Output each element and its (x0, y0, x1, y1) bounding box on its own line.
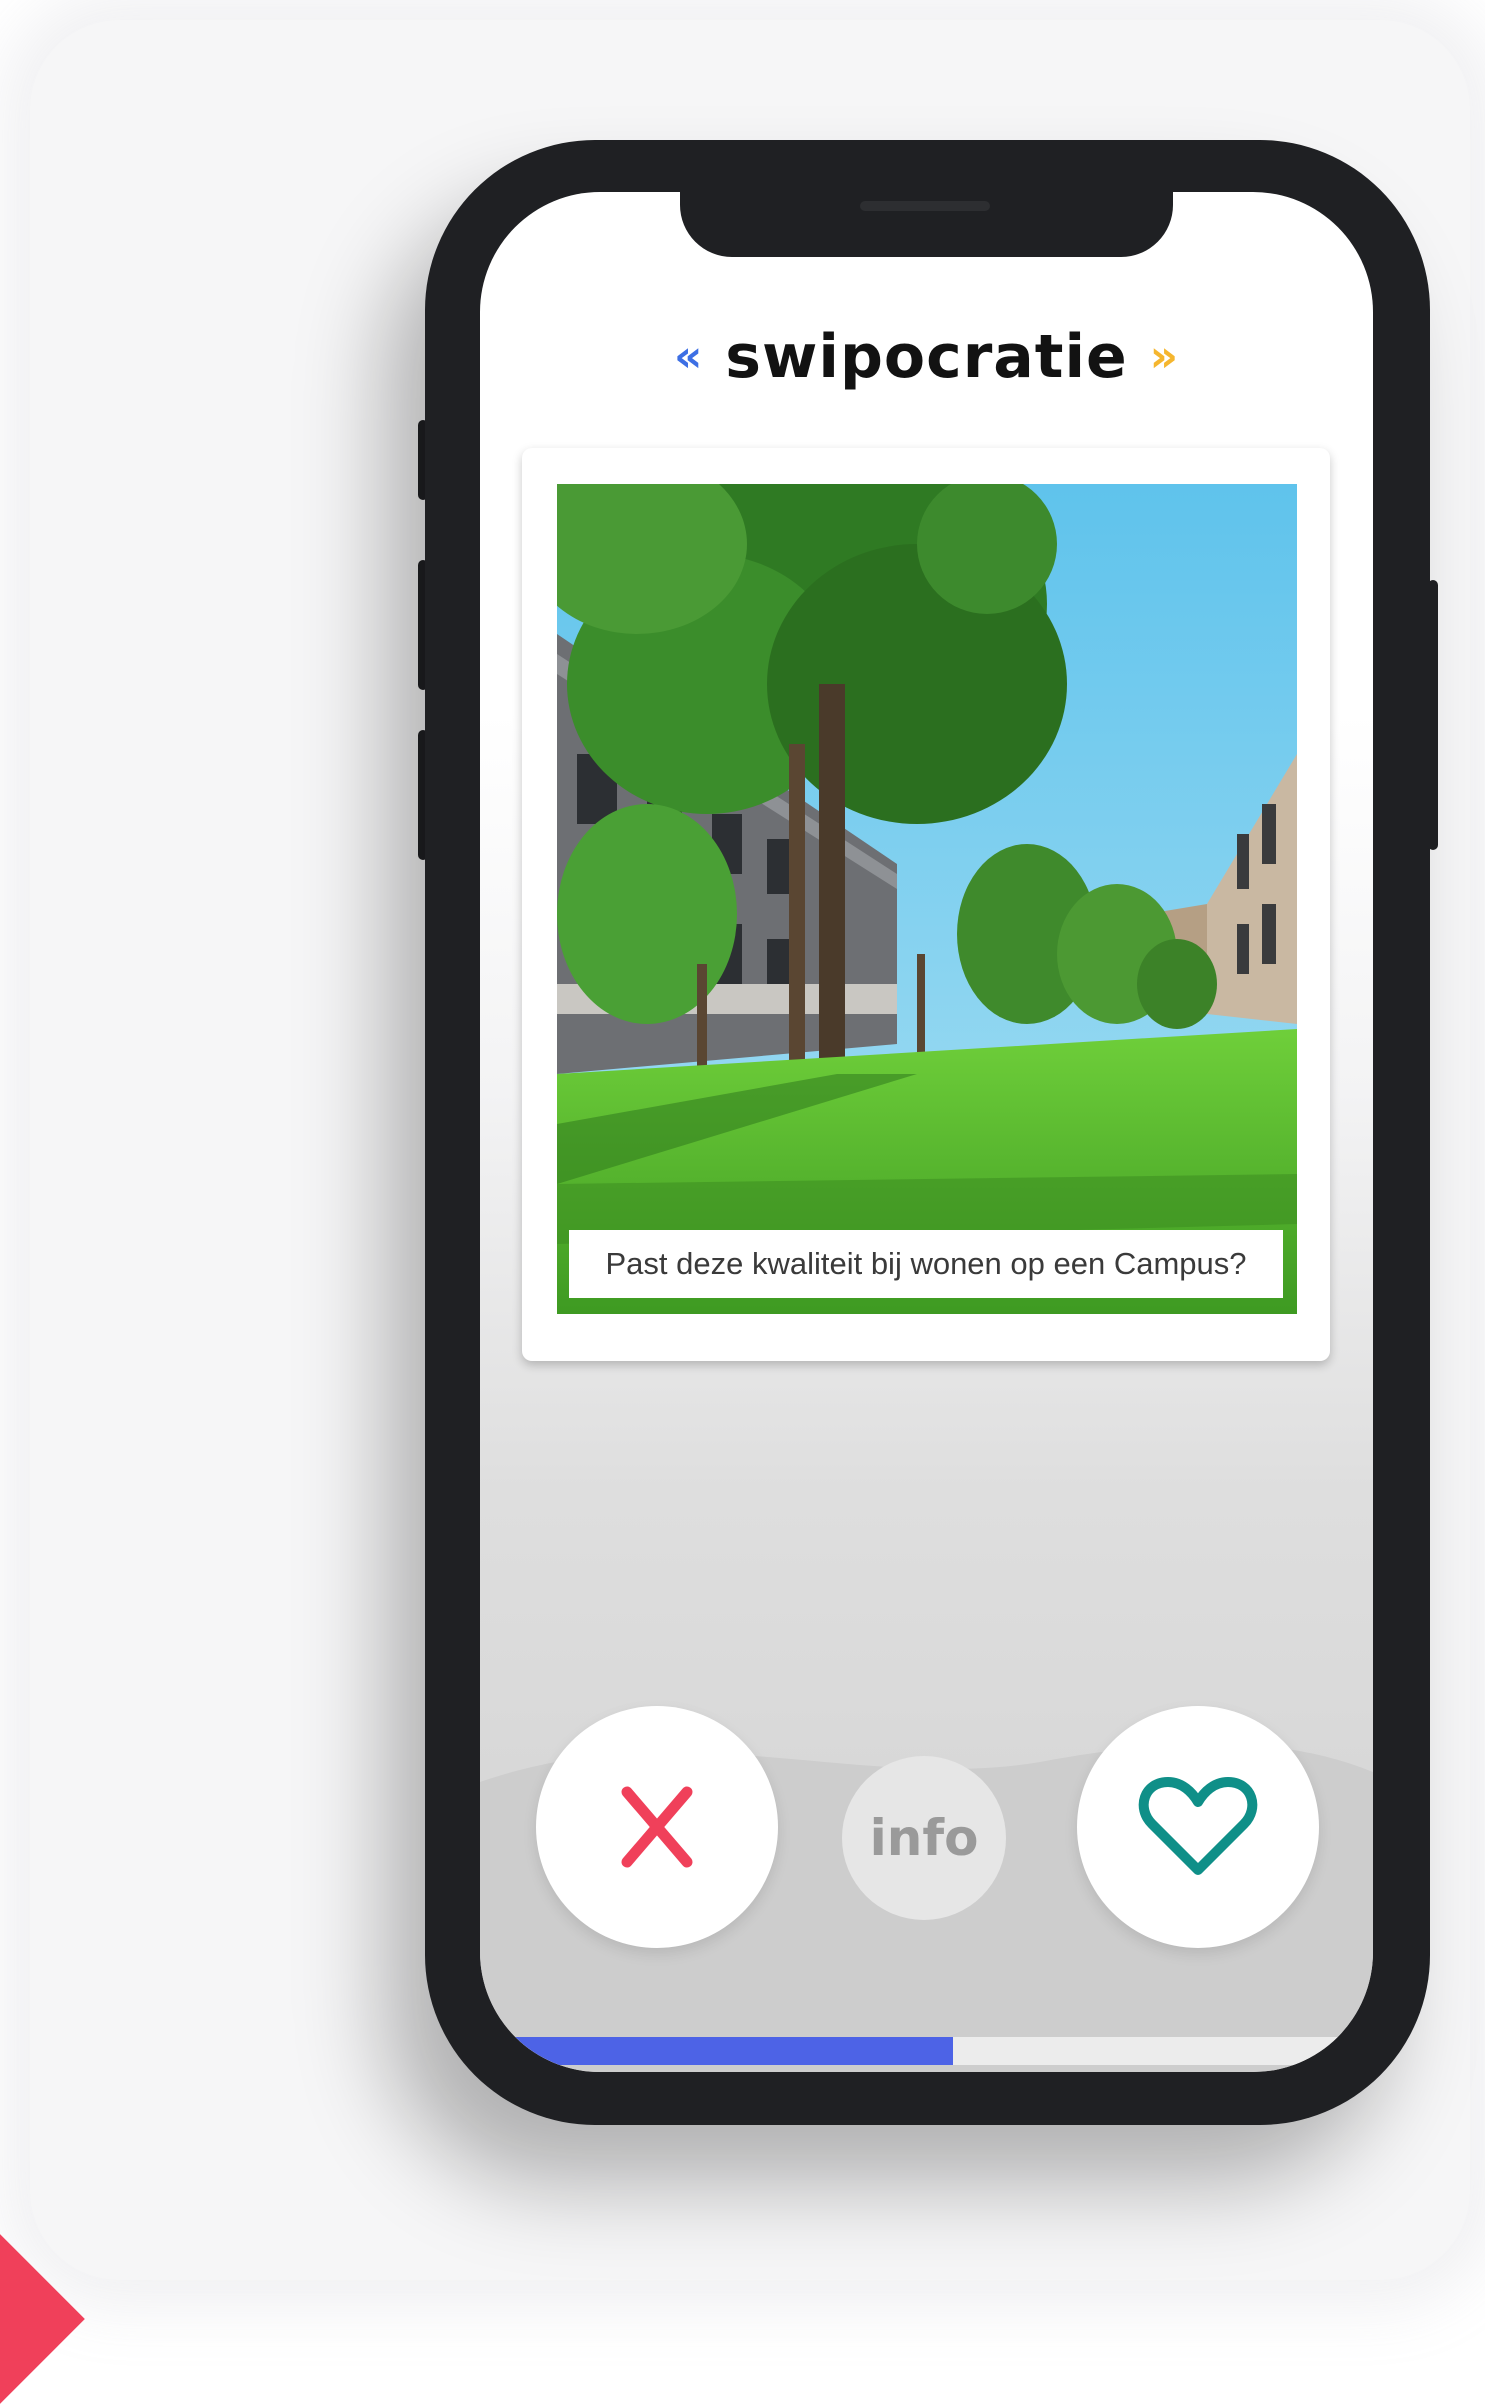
phone-notch (680, 192, 1173, 257)
campus-lawn-trees-photo: Past deze kwaliteit bij wonen op een Cam… (557, 484, 1297, 1314)
progress-fill (480, 2037, 954, 2065)
quote-right-glyph: » (1149, 331, 1180, 382)
phone-screen: « swipocratie » Past deze kwaliteit bij … (480, 192, 1373, 2072)
app-header: « swipocratie » (480, 322, 1373, 392)
campus-photo-illustration (557, 484, 1297, 1314)
card-caption: Past deze kwaliteit bij wonen op een Cam… (569, 1230, 1283, 1298)
progress-bar (480, 2037, 1373, 2065)
phone-frame: « swipocratie » Past deze kwaliteit bij … (425, 140, 1430, 2125)
swipe-card[interactable]: Past deze kwaliteit bij wonen op een Cam… (522, 448, 1330, 1361)
info-button[interactable]: info (842, 1756, 1006, 1920)
earpiece-speaker (860, 201, 990, 211)
app-title: swipocratie (725, 322, 1128, 392)
like-button[interactable] (1077, 1706, 1319, 1948)
heart-icon (1138, 1777, 1258, 1875)
quote-left-glyph: « (673, 331, 704, 382)
dislike-button[interactable] (536, 1706, 778, 1948)
close-icon (621, 1786, 693, 1868)
